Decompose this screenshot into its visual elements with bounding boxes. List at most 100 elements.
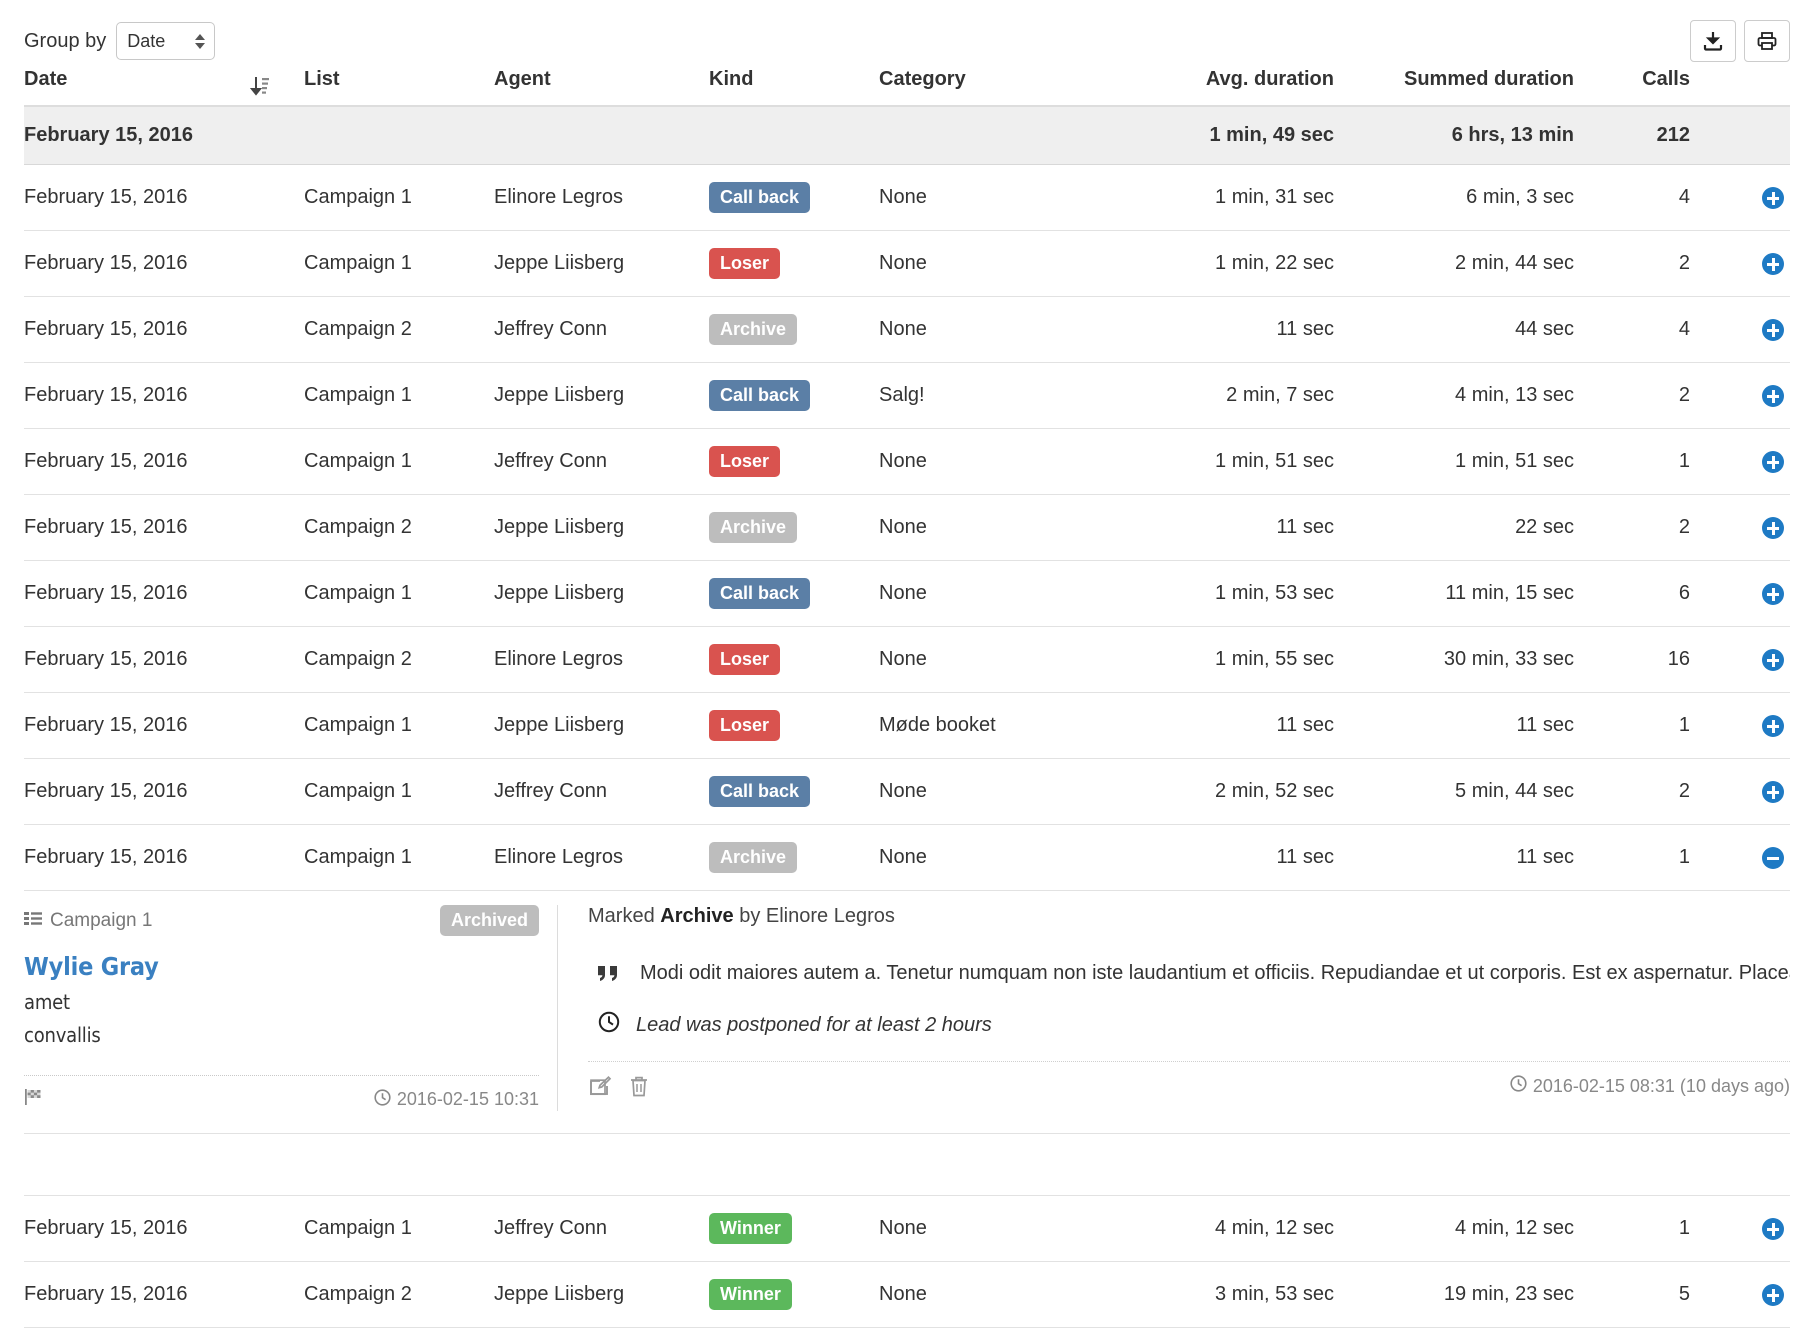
cell-avg-duration: 2 min, 7 sec xyxy=(1144,363,1334,429)
cell-avg-duration: 1 min, 22 sec xyxy=(1144,231,1334,297)
archived-status-badge: Archived xyxy=(440,905,539,936)
group-calls: 212 xyxy=(1574,106,1690,165)
cell-avg-duration: 11 sec xyxy=(1144,495,1334,561)
expand-row-button[interactable] xyxy=(1762,649,1784,671)
cell-category: None xyxy=(879,495,1144,561)
cell-avg-duration: 1 min, 55 sec xyxy=(1144,627,1334,693)
collapse-row-button[interactable] xyxy=(1762,847,1784,869)
cell-list: Campaign 1 xyxy=(304,1196,494,1262)
expand-row-button[interactable] xyxy=(1762,253,1784,275)
expand-row-button[interactable] xyxy=(1762,319,1784,341)
col-header-list[interactable]: List xyxy=(304,68,494,106)
cell-kind: Winner xyxy=(709,1262,879,1328)
cell-date: February 15, 2016 xyxy=(24,1196,304,1262)
cell-date: February 15, 2016 xyxy=(24,759,304,825)
group-summary-row[interactable]: February 15, 20161 min, 49 sec6 hrs, 13 … xyxy=(24,106,1790,165)
cell-agent: Elinore Legros xyxy=(494,627,709,693)
note-timestamp: 2016-02-15 08:31 (10 days ago) xyxy=(1510,1075,1790,1097)
cell-agent: Jeppe Liisberg xyxy=(494,1262,709,1328)
cell-category: None xyxy=(879,759,1144,825)
table-spacer xyxy=(24,1134,1790,1164)
table-row[interactable]: February 15, 2016Campaign 2Elinore Legro… xyxy=(24,627,1790,693)
table-row[interactable]: February 15, 2016Campaign 2Jeppe Liisber… xyxy=(24,495,1790,561)
table-row[interactable]: February 15, 2016Campaign 1Jeppe Liisber… xyxy=(24,231,1790,297)
table-row[interactable]: February 15, 2016Campaign 1Elinore Legro… xyxy=(24,165,1790,231)
trash-icon[interactable] xyxy=(628,1074,650,1098)
expand-row-button[interactable] xyxy=(1762,517,1784,539)
col-header-avg-duration[interactable]: Avg. duration xyxy=(1144,68,1334,106)
clock-icon xyxy=(598,1011,620,1039)
cell-kind: Loser xyxy=(709,693,879,759)
cell-date: February 15, 2016 xyxy=(24,561,304,627)
expand-row-button[interactable] xyxy=(1762,583,1784,605)
expand-row-button[interactable] xyxy=(1762,187,1784,209)
lead-timestamp-text: 2016-02-15 10:31 xyxy=(397,1089,539,1110)
table-row[interactable]: February 15, 2016Campaign 2Jeffrey ConnA… xyxy=(24,297,1790,363)
kind-badge: Loser xyxy=(709,644,780,675)
lead-list[interactable]: Campaign 1 xyxy=(24,910,152,932)
quote-left-icon xyxy=(596,958,622,989)
note-footer: 2016-02-15 08:31 (10 days ago) xyxy=(588,1061,1790,1098)
table-row[interactable]: February 15, 2016Campaign 1Jeppe Liisber… xyxy=(24,693,1790,759)
expand-row-button[interactable] xyxy=(1762,715,1784,737)
cell-agent: Jeppe Liisberg xyxy=(494,693,709,759)
table-row[interactable]: February 15, 2016Campaign 1Jeppe Liisber… xyxy=(24,561,1790,627)
col-header-kind[interactable]: Kind xyxy=(709,68,879,106)
cell-agent: Jeffrey Conn xyxy=(494,297,709,363)
cell-calls: 4 xyxy=(1574,297,1690,363)
col-header-calls[interactable]: Calls xyxy=(1574,68,1690,106)
expand-row-button[interactable] xyxy=(1762,781,1784,803)
cell-summed-duration: 1 min, 51 sec xyxy=(1334,429,1574,495)
expand-row-button[interactable] xyxy=(1762,451,1784,473)
note-postponed: Lead was postponed for at least 2 hours xyxy=(588,1011,1790,1039)
cell-agent: Jeppe Liisberg xyxy=(494,363,709,429)
cell-avg-duration: 1 min, 53 sec xyxy=(1144,561,1334,627)
table-blank-row xyxy=(24,1164,1790,1196)
col-header-date[interactable]: Date xyxy=(24,68,304,106)
checkered-flag-icon[interactable] xyxy=(24,1088,44,1111)
table-row[interactable]: February 15, 2016Campaign 1Jeffrey ConnW… xyxy=(24,1196,1790,1262)
kind-badge: Loser xyxy=(709,446,780,477)
report-table: Date List Agent Kind Category xyxy=(24,68,1790,1328)
cell-agent: Jeppe Liisberg xyxy=(494,561,709,627)
cell-avg-duration: 2 min, 52 sec xyxy=(1144,759,1334,825)
cell-kind: Call back xyxy=(709,363,879,429)
group-by-select[interactable]: DateListAgentKindCategory xyxy=(116,22,215,60)
cell-list: Campaign 1 xyxy=(304,825,494,891)
note-actions xyxy=(588,1074,650,1098)
cell-avg-duration: 4 min, 12 sec xyxy=(1144,1196,1334,1262)
expand-row-button[interactable] xyxy=(1762,385,1784,407)
cell-calls: 5 xyxy=(1574,1262,1690,1328)
lead-name-link[interactable]: Wylie Gray xyxy=(24,952,539,981)
edit-icon[interactable] xyxy=(588,1074,612,1098)
col-header-summed-duration[interactable]: Summed duration xyxy=(1334,68,1574,106)
cell-summed-duration: 6 min, 3 sec xyxy=(1334,165,1574,231)
table-row[interactable]: February 15, 2016Campaign 1Jeffrey ConnC… xyxy=(24,759,1790,825)
table-row[interactable]: February 15, 2016Campaign 2Jeppe Liisber… xyxy=(24,1262,1790,1328)
cell-date: February 15, 2016 xyxy=(24,297,304,363)
table-row[interactable]: February 15, 2016Campaign 1Jeffrey ConnL… xyxy=(24,429,1790,495)
table-row[interactable]: February 15, 2016Campaign 1Jeppe Liisber… xyxy=(24,363,1790,429)
print-button[interactable] xyxy=(1744,20,1790,62)
print-icon xyxy=(1756,30,1778,52)
cell-category: Møde booket xyxy=(879,693,1144,759)
cell-summed-duration: 5 min, 44 sec xyxy=(1334,759,1574,825)
cell-avg-duration: 1 min, 31 sec xyxy=(1144,165,1334,231)
expand-row-button[interactable] xyxy=(1762,1284,1784,1306)
cell-date: February 15, 2016 xyxy=(24,429,304,495)
cell-kind: Call back xyxy=(709,561,879,627)
col-header-agent[interactable]: Agent xyxy=(494,68,709,106)
group-agent xyxy=(494,106,709,165)
cell-category: None xyxy=(879,825,1144,891)
expand-row-button[interactable] xyxy=(1762,1218,1784,1240)
cell-agent: Jeffrey Conn xyxy=(494,429,709,495)
kind-badge: Winner xyxy=(709,1213,792,1244)
sort-desc-icon[interactable] xyxy=(250,75,270,103)
cell-calls: 4 xyxy=(1574,165,1690,231)
cell-date: February 15, 2016 xyxy=(24,165,304,231)
download-button[interactable] xyxy=(1690,20,1736,62)
col-header-category[interactable]: Category xyxy=(879,68,1144,106)
note-header-prefix: Marked xyxy=(588,905,655,927)
group-list xyxy=(304,106,494,165)
table-row[interactable]: February 15, 2016Campaign 1Elinore Legro… xyxy=(24,825,1790,891)
